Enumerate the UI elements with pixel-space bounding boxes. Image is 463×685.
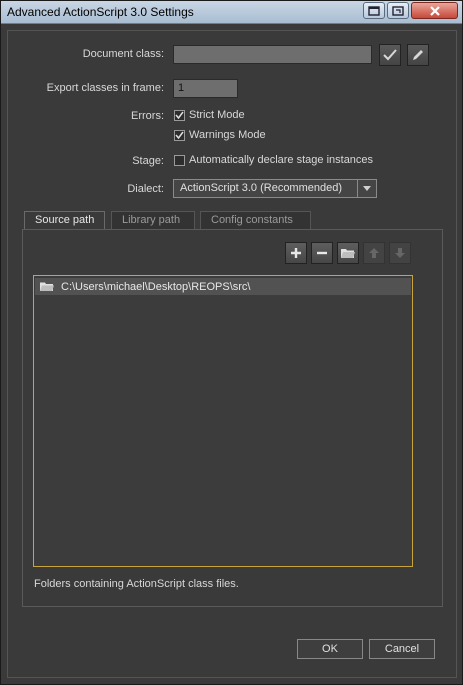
path-entry-text: C:\Users\michael\Desktop\REOPS\src\ <box>61 280 251 293</box>
dialect-label: Dialect: <box>127 183 164 195</box>
arrow-down-icon <box>395 248 405 258</box>
strict-mode-checkbox[interactable] <box>174 109 185 121</box>
checkmark-icon <box>175 111 184 119</box>
arrow-up-icon <box>369 248 379 258</box>
remove-path-button[interactable] <box>311 242 333 264</box>
restore-button[interactable] <box>363 2 385 19</box>
tab-config-constants[interactable]: Config constants <box>200 211 311 229</box>
dialog-window: Advanced ActionScript 3.0 Settings Docum… <box>0 0 463 685</box>
restore-icon <box>368 5 380 16</box>
tab-library-path[interactable]: Library path <box>111 211 195 229</box>
document-class-label: Document class: <box>82 48 164 60</box>
checkmark-icon <box>175 131 184 139</box>
stage-label: Stage: <box>132 155 164 167</box>
title-bar[interactable]: Advanced ActionScript 3.0 Settings <box>1 1 462 24</box>
dialect-value: ActionScript 3.0 (Recommended) <box>180 182 343 194</box>
warnings-mode-row[interactable]: Warnings Mode <box>174 129 266 141</box>
auto-declare-label: Automatically declare stage instances <box>189 154 374 166</box>
source-path-hint: Folders containing ActionScript class fi… <box>34 578 239 590</box>
add-path-button[interactable] <box>285 242 307 264</box>
close-button[interactable] <box>411 2 458 19</box>
browse-folder-button[interactable] <box>337 242 359 264</box>
strict-mode-label: Strict Mode <box>189 109 245 121</box>
auto-declare-checkbox[interactable] <box>174 154 185 166</box>
move-down-button[interactable] <box>389 242 411 264</box>
auto-declare-row[interactable]: Automatically declare stage instances <box>174 154 373 166</box>
plus-icon <box>291 248 301 258</box>
edit-class-button[interactable] <box>407 44 429 66</box>
pencil-icon <box>413 50 423 60</box>
errors-label: Errors: <box>131 110 164 122</box>
export-frame-input[interactable]: 1 <box>173 79 238 98</box>
list-item[interactable]: C:\Users\michael\Desktop\REOPS\src\ <box>35 278 411 295</box>
ok-button[interactable]: OK <box>297 639 363 659</box>
document-class-input[interactable] <box>173 45 372 64</box>
checkmark-icon <box>383 49 397 61</box>
move-up-button[interactable] <box>363 242 385 264</box>
tab-source-path[interactable]: Source path <box>24 211 105 229</box>
folder-icon <box>40 282 54 291</box>
warnings-mode-checkbox[interactable] <box>174 129 185 141</box>
minus-icon <box>317 251 327 255</box>
folder-icon <box>341 249 355 258</box>
chevron-down-icon <box>363 186 371 191</box>
dialect-select[interactable]: ActionScript 3.0 (Recommended) <box>173 179 377 198</box>
warnings-mode-label: Warnings Mode <box>189 129 266 141</box>
strict-mode-row[interactable]: Strict Mode <box>174 109 245 121</box>
source-path-list[interactable]: C:\Users\michael\Desktop\REOPS\src\ <box>33 275 413 567</box>
cancel-button[interactable]: Cancel <box>369 639 435 659</box>
help-button[interactable] <box>387 2 409 19</box>
export-frame-label: Export classes in frame: <box>46 82 164 94</box>
validate-class-button[interactable] <box>379 44 401 66</box>
dropdown-arrow <box>357 180 376 197</box>
close-icon <box>429 5 440 16</box>
window-title: Advanced ActionScript 3.0 Settings <box>7 5 194 19</box>
window-icon <box>392 5 404 16</box>
